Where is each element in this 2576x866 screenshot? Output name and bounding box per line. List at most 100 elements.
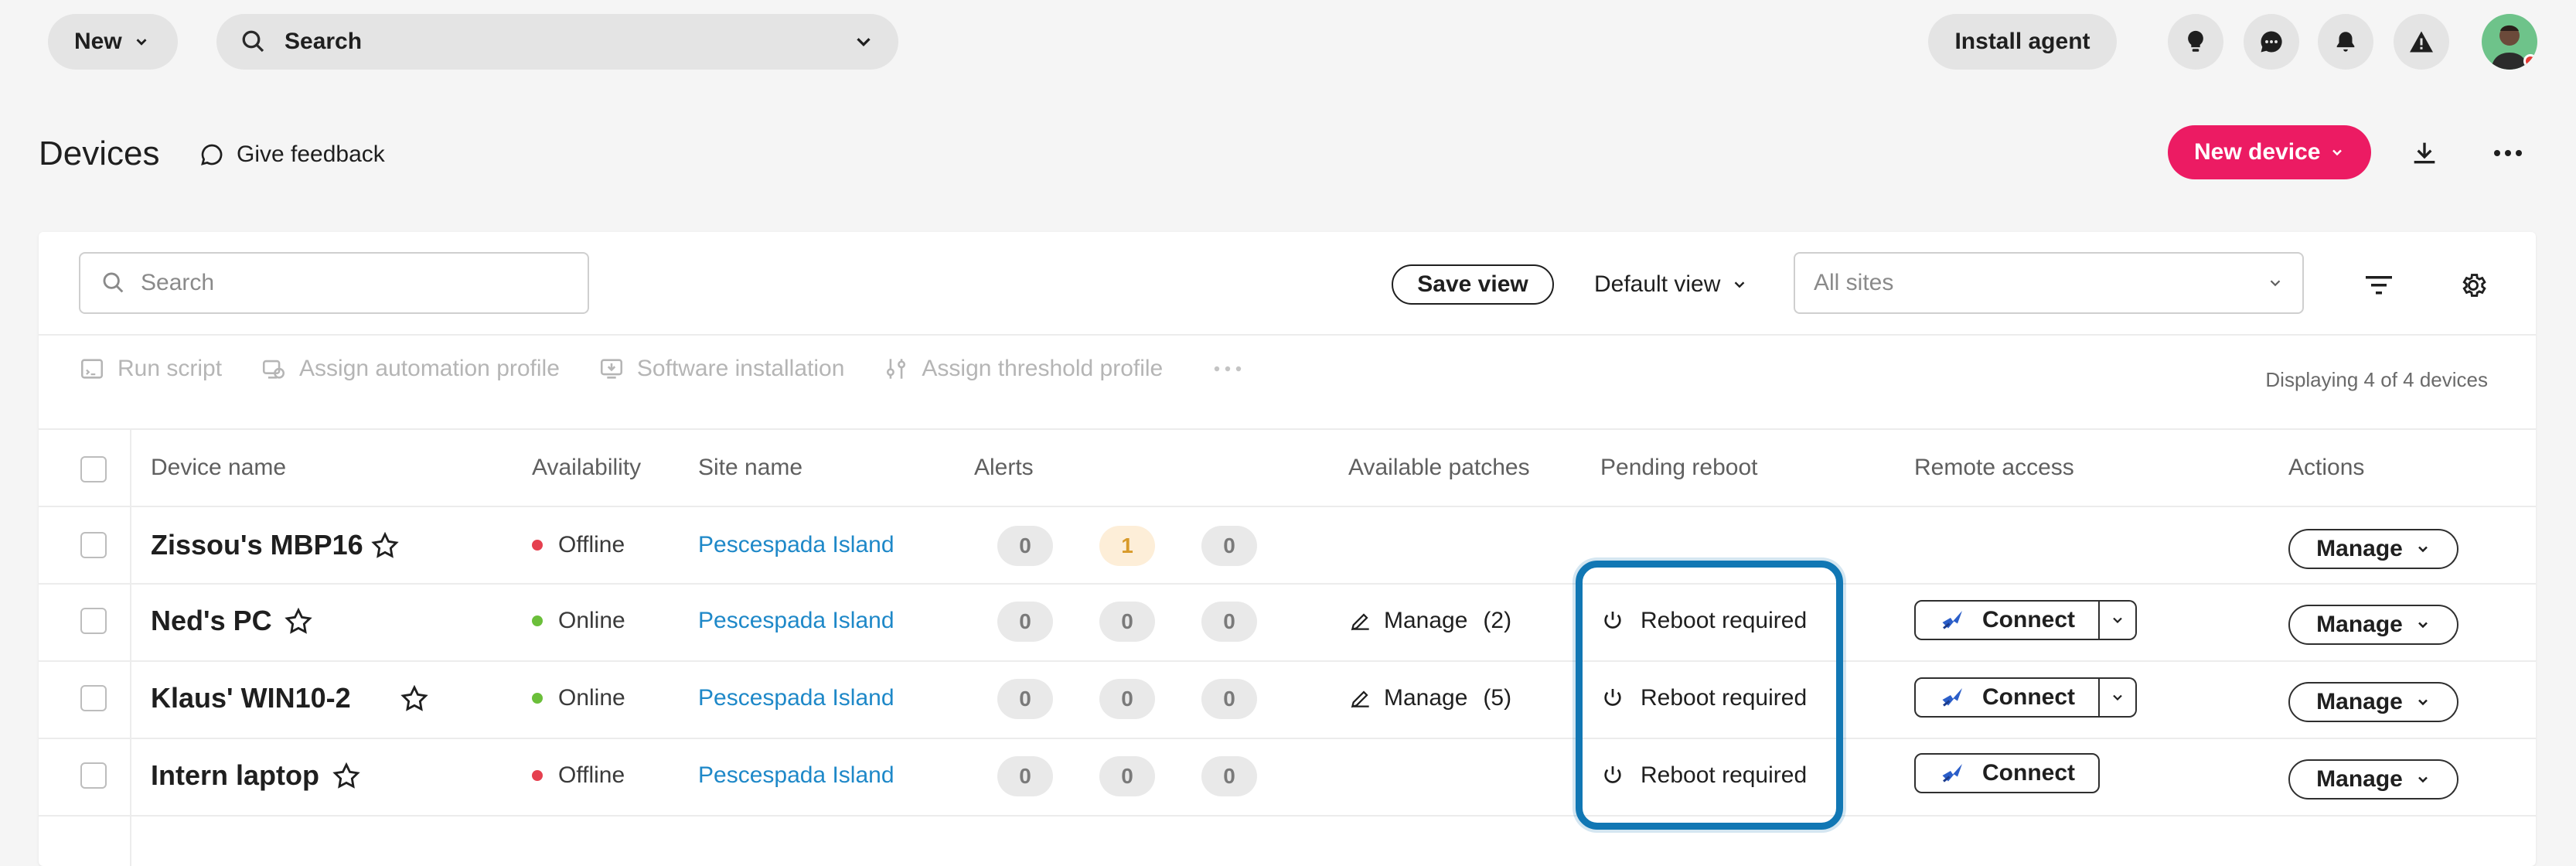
alert-badge[interactable]: 0 [1201,526,1257,566]
device-name[interactable]: Ned's PC [151,605,272,637]
reboot-label: Reboot required [1641,608,1808,633]
remote-access-icon [1942,688,1962,707]
availability-label: Online [558,608,625,633]
alert-badge[interactable]: 0 [997,602,1053,642]
user-avatar[interactable] [2482,14,2537,70]
manage-button[interactable]: Manage [2288,529,2458,569]
divider [39,815,2536,817]
run-script-action[interactable]: Run script [79,356,222,382]
site-link[interactable]: Pescespada Island [698,608,894,634]
new-menu-button[interactable]: New [48,14,178,70]
star-icon[interactable] [331,761,362,792]
online-dot [532,615,543,626]
device-search-input[interactable]: Search [79,252,589,314]
power-icon [1604,689,1621,706]
more-horizontal-icon [2494,150,2522,156]
column-device-name[interactable]: Device name [151,455,286,481]
more-options-button[interactable] [2486,135,2530,172]
alert-badge[interactable]: 0 [1099,679,1155,719]
site-link[interactable]: Pescespada Island [698,762,894,789]
divider [39,660,2536,662]
manage-button[interactable]: Manage [2288,759,2458,800]
patches-manage-link[interactable]: Manage (2) [1348,608,1511,634]
site-link[interactable]: Pescespada Island [698,532,894,558]
row-checkbox[interactable] [80,685,107,711]
global-search-label: Search [285,29,363,54]
column-available-patches[interactable]: Available patches [1348,455,1530,481]
chevron-down-icon [136,39,147,46]
column-alerts[interactable]: Alerts [974,455,1034,481]
speech-bubble-icon [201,144,223,165]
table-settings-button[interactable] [2452,264,2494,306]
software-installation-action[interactable]: Software installation [598,356,844,382]
row-checkbox[interactable] [80,532,107,558]
filter-button[interactable] [2358,264,2400,306]
device-name[interactable]: Zissou's MBP16 [151,529,363,561]
alerts-button[interactable] [2394,14,2449,70]
pencil-icon [1351,613,1369,631]
connect-button[interactable]: Connect [1914,753,2100,793]
assign-threshold-action[interactable]: Assign threshold profile [883,356,1163,382]
alert-badge[interactable]: 0 [1201,679,1257,719]
global-search[interactable]: Search [216,14,898,70]
alert-badge[interactable]: 0 [1201,602,1257,642]
patches-count: (2) [1483,608,1512,633]
availability-label: Offline [558,762,625,788]
connect-split-button: Connect [1914,677,2137,718]
alert-badge[interactable]: 0 [997,679,1053,719]
online-dot [532,693,543,704]
alert-badge[interactable]: 0 [1099,756,1155,796]
search-icon [242,30,264,53]
patches-manage-label: Manage [1384,608,1468,633]
star-icon[interactable] [399,684,430,714]
bulk-actions-toolbar: Run script Assign automation profile Sof… [79,356,1243,382]
new-device-button[interactable]: New device [2168,125,2372,179]
row-checkbox[interactable] [80,762,107,789]
alert-badge[interactable]: 1 [1099,526,1155,566]
manage-button[interactable]: Manage [2288,682,2458,722]
alert-badge[interactable]: 0 [1201,756,1257,796]
notifications-button[interactable] [2318,14,2373,70]
column-pending-reboot[interactable]: Pending reboot [1600,455,1758,481]
assign-automation-action[interactable]: Assign automation profile [261,356,560,382]
patches-manage-link[interactable]: Manage (5) [1348,685,1511,711]
column-remote-access[interactable]: Remote access [1914,455,2074,481]
manage-label: Manage [2316,612,2403,637]
alert-badge[interactable]: 0 [997,526,1053,566]
default-view-dropdown[interactable]: Default view [1594,264,1748,305]
star-icon[interactable] [370,530,400,561]
manage-button[interactable]: Manage [2288,605,2458,645]
install-agent-button[interactable]: Install agent [1928,14,2117,70]
device-name[interactable]: Klaus' WIN10-2 [151,682,351,714]
more-actions-button[interactable] [1212,365,1243,373]
devices-card: Search Save view Default view All sites … [39,232,2536,866]
tips-button[interactable] [2168,14,2223,70]
availability-status: Offline [532,762,625,789]
connect-button[interactable]: Connect [1914,600,2100,640]
save-view-button[interactable]: Save view [1392,264,1554,305]
connect-options-button[interactable] [2100,677,2137,718]
alert-badge[interactable]: 0 [1099,602,1155,642]
script-icon [80,359,104,379]
connect-button[interactable]: Connect [1914,677,2100,718]
reboot-label: Reboot required [1641,762,1808,788]
alert-badge[interactable]: 0 [997,756,1053,796]
availability-status: Online [532,608,625,634]
download-button[interactable] [2406,135,2443,172]
connect-label: Connect [1982,684,2075,710]
select-all-checkbox[interactable] [80,456,107,482]
site-link[interactable]: Pescespada Island [698,685,894,711]
give-feedback-link[interactable]: Give feedback [198,141,385,169]
star-icon[interactable] [283,606,314,637]
column-actions[interactable]: Actions [2288,455,2364,481]
save-view-label: Save view [1417,271,1528,297]
column-availability[interactable]: Availability [532,455,641,481]
column-site-name[interactable]: Site name [698,455,802,481]
offline-dot [532,540,543,551]
device-name[interactable]: Intern laptop [151,759,319,792]
connect-options-button[interactable] [2100,600,2137,640]
row-checkbox[interactable] [80,608,107,634]
sites-select[interactable]: All sites [1794,252,2304,314]
chat-button[interactable] [2244,14,2299,70]
divider [39,583,2536,585]
